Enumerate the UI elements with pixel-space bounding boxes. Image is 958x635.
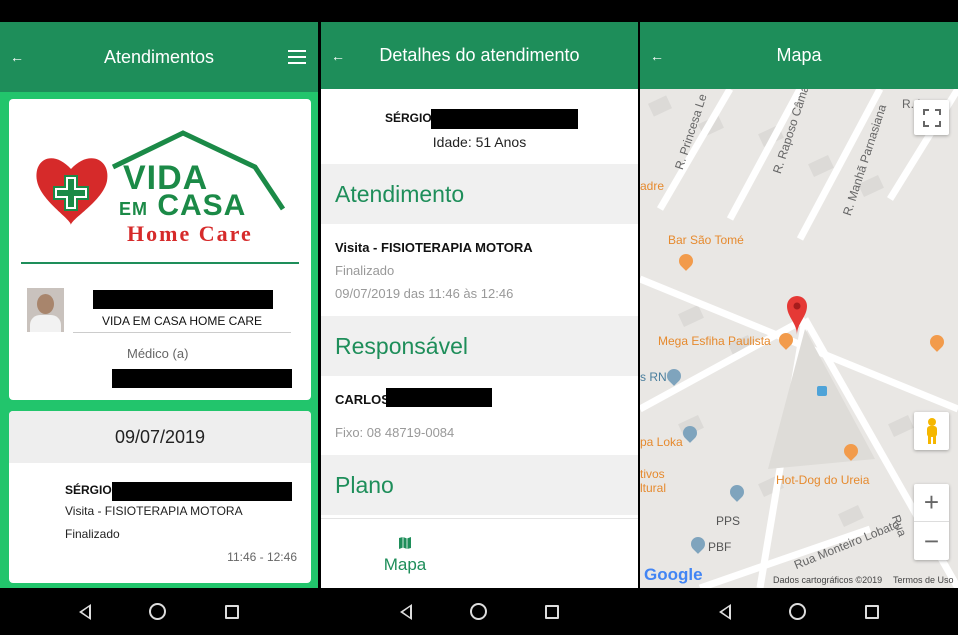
status-bar (0, 0, 318, 22)
nav-recent-icon[interactable] (864, 604, 879, 619)
back-arrow-icon[interactable]: ← (648, 48, 666, 64)
back-arrow-icon[interactable]: ← (329, 48, 347, 64)
poi-hotdog-label[interactable]: Hot-Dog do Ureia (776, 473, 869, 487)
visit-status: Finalizado (335, 263, 395, 278)
nav-back-icon[interactable] (79, 603, 92, 620)
section-plano: Plano (321, 455, 638, 515)
app-bar: ← Detalhes do atendimento (321, 22, 638, 89)
poi-bar-label[interactable]: Bar São Tomé (668, 233, 744, 247)
page-title: Mapa (776, 45, 822, 65)
role-label: Médico (a) (127, 346, 189, 361)
app-bar: ← Mapa (640, 22, 958, 89)
patient-name: SÉRGIO (385, 111, 432, 125)
content-area: VIDA EM CASA Home Care VIDA EM CASA HOME… (0, 92, 318, 588)
avatar (27, 288, 64, 332)
logo-text-home-care: Home Care (127, 221, 253, 246)
page-title: Atendimentos (103, 46, 215, 67)
location-marker-icon[interactable] (786, 295, 808, 337)
android-nav-bar (0, 588, 318, 635)
vida-em-casa-logo: VIDA EM CASA Home Care (33, 129, 289, 246)
divider (21, 262, 299, 264)
map-icon (399, 537, 411, 549)
screen-mapa: ← Mapa R. Princesa Le R. Raposo Câma R. … (640, 0, 958, 635)
responsible-phone: Fixo: 08 48719-0084 (335, 425, 455, 440)
status-bar (321, 0, 638, 22)
visit-type: Visita - FISIOTERAPIA MOTORA (65, 504, 243, 518)
visit-status: Finalizado (65, 527, 120, 541)
street-view-button[interactable] (914, 412, 949, 450)
tab-mapa-label: Mapa (383, 555, 427, 574)
poi-label: PPS (716, 514, 741, 528)
zoom-in-icon[interactable]: + (914, 484, 949, 522)
google-logo: Google (644, 565, 703, 584)
patient-name: SÉRGIO (65, 483, 112, 497)
poi-mega-label[interactable]: Mega Esfiha Paulista (658, 334, 771, 348)
android-nav-bar (640, 588, 958, 635)
visit-time: 11:46 - 12:46 (227, 550, 297, 564)
redacted-surname (431, 109, 578, 129)
redacted-surname (386, 388, 492, 407)
redacted-name (93, 290, 273, 309)
terms-link[interactable]: Termos de Uso (893, 575, 954, 585)
poi-label: pa Loka (640, 435, 683, 449)
nav-home-icon[interactable] (470, 603, 487, 620)
nav-recent-icon[interactable] (224, 604, 239, 619)
nav-recent-icon[interactable] (545, 604, 559, 619)
poi-label: s RN (640, 370, 667, 384)
bottom-tab-bar: Mapa (321, 518, 638, 588)
app-bar: ← Atendimentos (0, 22, 318, 92)
redacted-surname (112, 482, 292, 501)
back-arrow-icon[interactable]: ← (8, 49, 26, 65)
screen-atendimentos: ← Atendimentos VIDA EM CASA Home Care VI… (0, 0, 318, 635)
responsible-name: CARLOS (335, 392, 390, 407)
map-attribution: Dados cartográficos ©2019 (773, 575, 883, 585)
redacted-field (112, 369, 292, 388)
section-responsavel: Responsável (321, 316, 638, 376)
appointment-date: 09/07/2019 (9, 411, 311, 463)
appointment-card[interactable]: 09/07/2019 SÉRGIO Visita - FISIOTERAPIA … (9, 411, 311, 583)
android-nav-bar (321, 588, 638, 635)
screen-detalhes: ← Detalhes do atendimento SÉRGIO Idade: … (321, 0, 638, 635)
status-bar (640, 0, 958, 22)
visit-type: Visita - FISIOTERAPIA MOTORA (335, 240, 533, 255)
section-atendimento: Atendimento (321, 164, 638, 224)
bus-stop-icon[interactable] (817, 386, 827, 396)
map-view[interactable]: R. Princesa Le R. Raposo Câma R. Manhã P… (640, 89, 958, 588)
content-area: SÉRGIO Idade: 51 Anos Atendimento Visita… (321, 89, 638, 588)
visit-datetime: 09/07/2019 das 11:46 às 12:46 (335, 286, 514, 301)
patient-age: Idade: 51 Anos (432, 134, 527, 150)
zoom-controls: + − (914, 484, 949, 560)
nav-back-icon[interactable] (719, 603, 732, 620)
tab-mapa[interactable]: Mapa (381, 537, 429, 575)
logo-text-em-casa: EM CASA (119, 189, 247, 222)
hamburger-menu-icon[interactable] (288, 50, 306, 64)
pegman-icon (926, 418, 937, 444)
poi-label: PBF (708, 540, 732, 554)
poi-label: ltural (640, 481, 667, 495)
nav-home-icon[interactable] (789, 603, 807, 620)
fullscreen-icon (922, 108, 941, 127)
nav-home-icon[interactable] (149, 603, 167, 620)
zoom-out-icon[interactable]: − (914, 522, 949, 560)
fullscreen-button[interactable] (914, 100, 949, 135)
nav-back-icon[interactable] (400, 603, 412, 620)
company-name: VIDA EM CASA HOME CARE (73, 314, 291, 333)
page-title: Detalhes do atendimento (379, 45, 580, 65)
poi-label: adre (640, 179, 665, 193)
poi-label: tivos (640, 467, 665, 481)
professional-card: VIDA EM CASA Home Care VIDA EM CASA HOME… (9, 99, 311, 400)
